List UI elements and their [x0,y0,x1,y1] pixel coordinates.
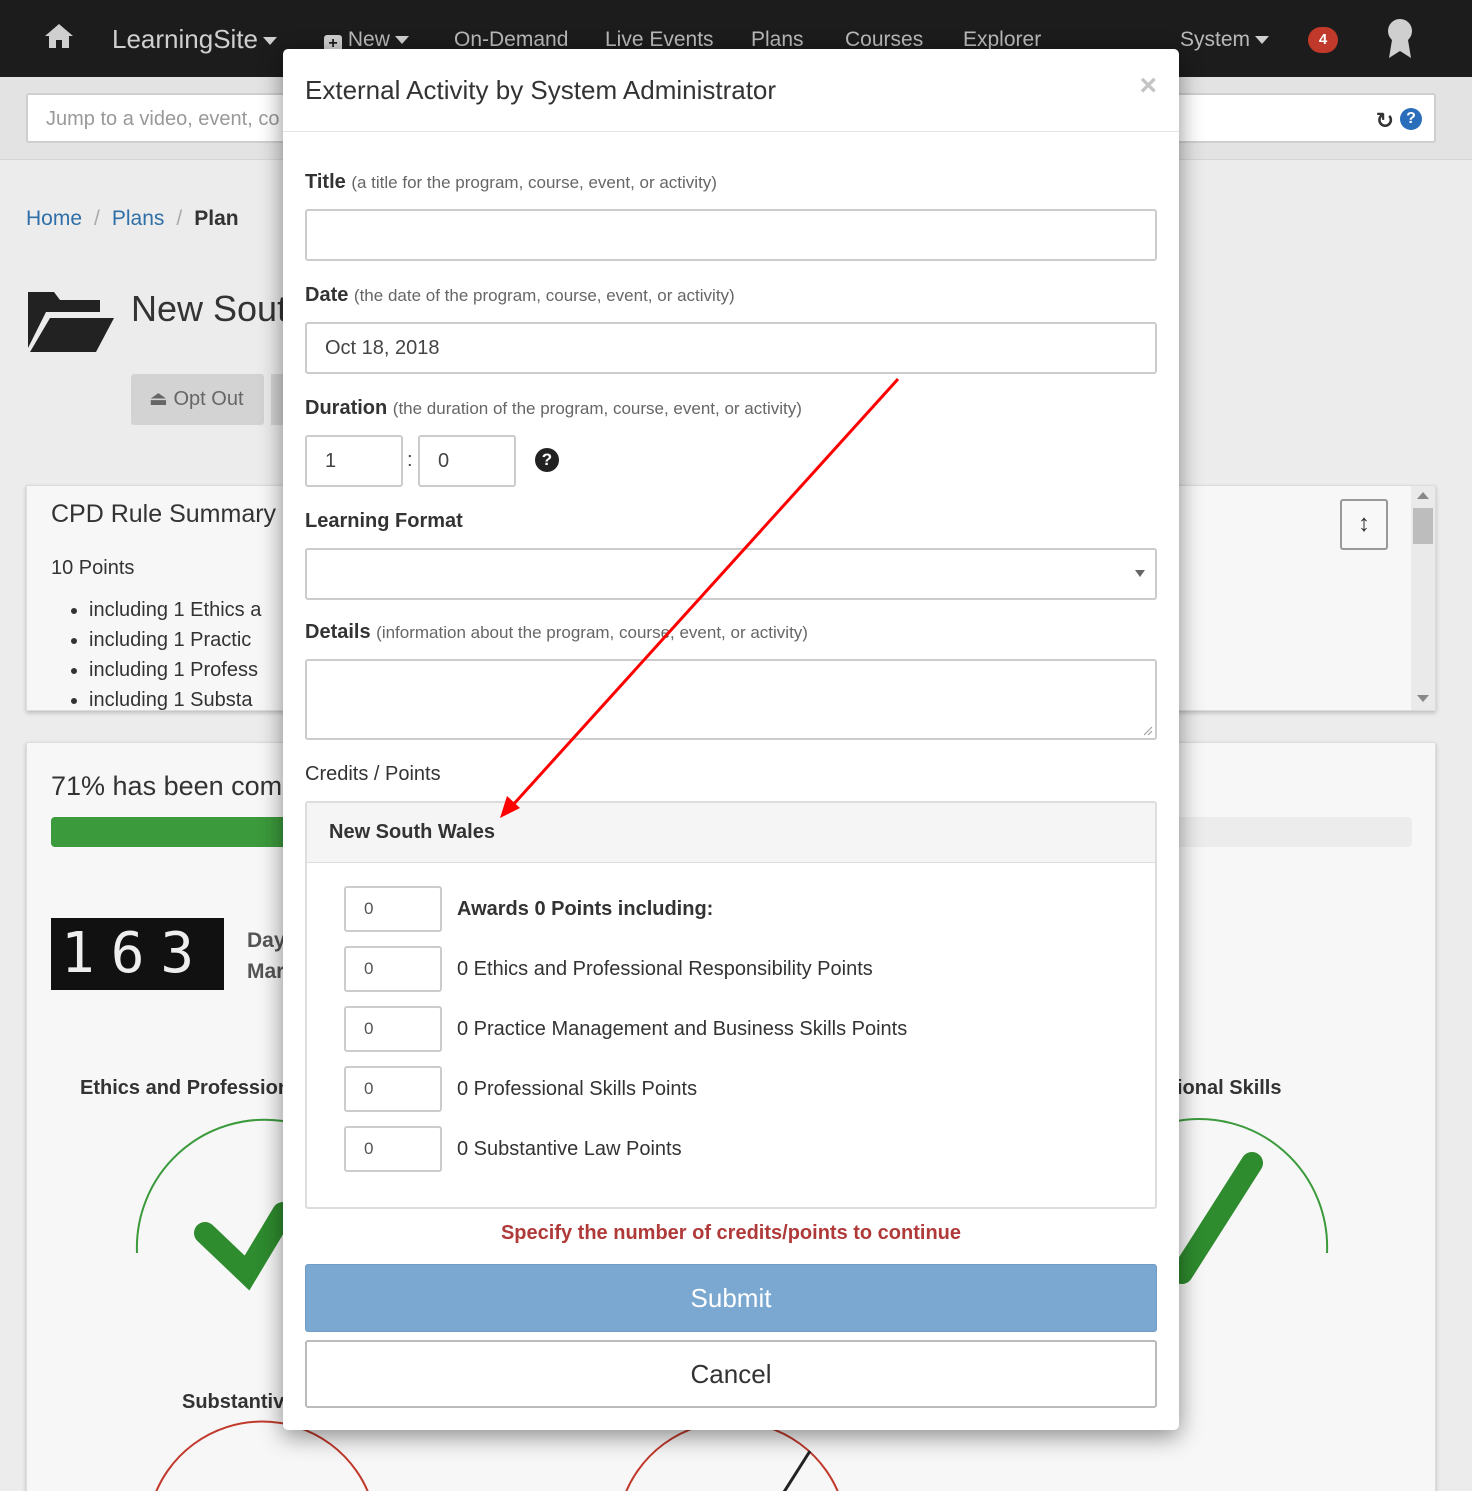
points-row-label: Awards 0 Points including: [457,898,714,920]
jurisdiction-name: New South Wales [329,821,495,843]
caret-down-icon [1135,570,1145,577]
credits-field-label: Credits / Points [305,763,441,786]
date-label: Date [305,284,349,306]
points-row-label: 0 Professional Skills Points [457,1078,698,1100]
date-hint: (the date of the program, course, event,… [353,286,735,305]
date-field-label: Date (the date of the program, course, e… [305,284,735,307]
details-hint: (information about the program, course, … [376,623,808,642]
title-hint: (a title for the program, course, event,… [351,173,717,192]
details-textarea[interactable] [305,659,1157,740]
date-input[interactable]: Oct 18, 2018 [305,322,1157,374]
resize-handle-icon[interactable] [1143,726,1153,736]
duration-minutes-input[interactable]: 0 [418,435,516,487]
ethics-points-input[interactable]: 0 [344,946,442,992]
submit-button[interactable]: Submit [305,1264,1157,1332]
duration-separator: : [407,449,413,471]
format-label: Learning Format [305,510,463,532]
credits-label: Credits / Points [305,763,441,785]
cancel-button[interactable]: Cancel [305,1340,1157,1408]
duration-field-label: Duration (the duration of the program, c… [305,397,802,420]
duration-hint: (the duration of the program, course, ev… [392,399,802,418]
format-field-label: Learning Format [305,510,463,533]
points-row-substantive: 0 0 Substantive Law Points [344,1126,1044,1172]
title-label: Title [305,171,346,193]
points-row-total: 0 Awards 0 Points including: [344,886,1044,932]
modal-title: External Activity by System Administrato… [305,75,777,105]
total-points-input[interactable]: 0 [344,886,442,932]
points-row-ethics: 0 0 Ethics and Professional Responsibili… [344,946,1044,992]
external-activity-modal: External Activity by System Administrato… [283,49,1179,1430]
points-row-label: 0 Ethics and Professional Responsibility… [457,958,873,980]
learning-format-select[interactable] [305,548,1157,600]
close-icon[interactable]: × [1139,69,1157,103]
practice-points-input[interactable]: 0 [344,1006,442,1052]
details-label: Details [305,621,371,643]
validation-warning: Specify the number of credits/points to … [500,1222,962,1244]
points-row-professional: 0 0 Professional Skills Points [344,1066,1044,1112]
credits-panel-header: New South Wales [307,803,1155,863]
professional-points-input[interactable]: 0 [344,1066,442,1112]
details-field-label: Details (information about the program, … [305,621,808,644]
duration-hours-input[interactable]: 1 [305,435,403,487]
points-row-label: 0 Substantive Law Points [457,1138,682,1160]
title-input[interactable] [305,209,1157,261]
question-circle-icon[interactable]: ? [535,448,559,472]
points-row-label: 0 Practice Management and Business Skill… [457,1018,908,1040]
points-row-practice: 0 0 Practice Management and Business Ski… [344,1006,1044,1052]
substantive-points-input[interactable]: 0 [344,1126,442,1172]
modal-header: External Activity by System Administrato… [283,49,1179,132]
credits-panel: New South Wales 0 Awards 0 Points includ… [305,801,1157,1209]
title-field-label: Title (a title for the program, course, … [305,171,717,194]
duration-label: Duration [305,397,388,419]
